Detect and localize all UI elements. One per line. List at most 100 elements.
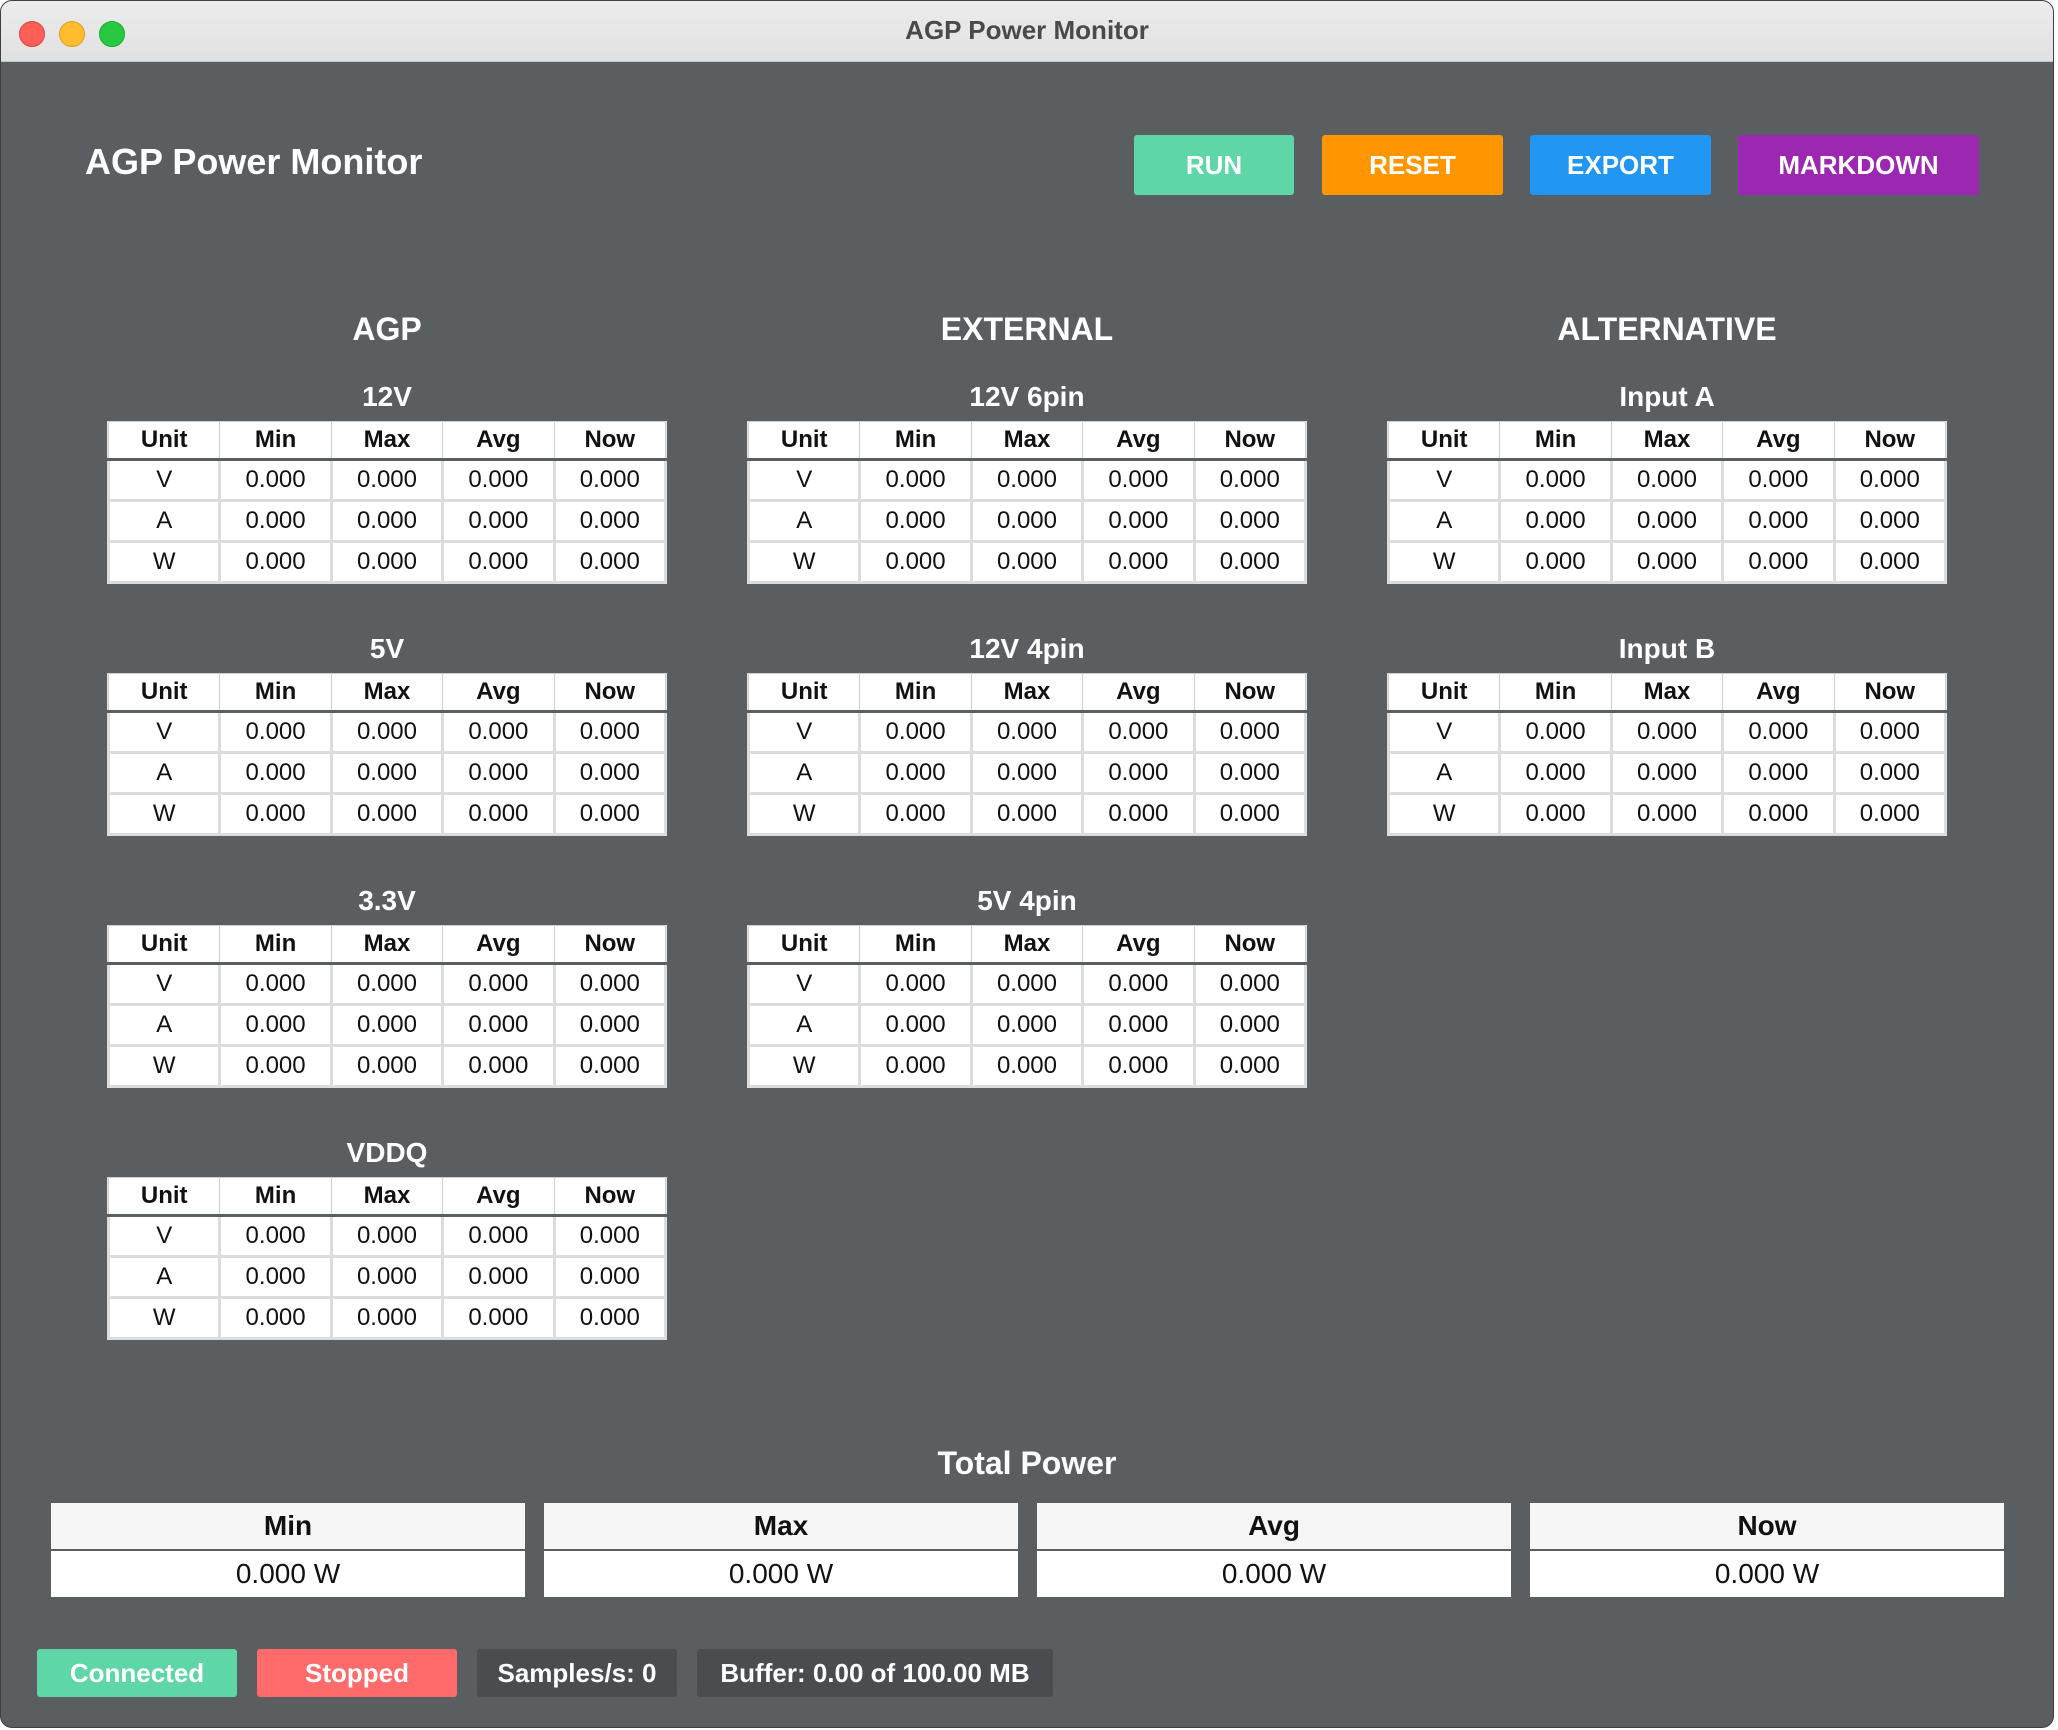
unit-cell: A bbox=[1386, 751, 1502, 795]
table-header-row: Unit Min Max Avg Now bbox=[107, 673, 667, 713]
value-cell: 0.000 bbox=[441, 710, 556, 754]
total-max-value: 0.000 W bbox=[728, 1558, 834, 1589]
value-cell: 0.000 bbox=[329, 792, 445, 836]
value-cell: 0.000 bbox=[329, 1255, 445, 1299]
app-window: AGP Power Monitor AGP Power Monitor RUN … bbox=[0, 0, 2054, 1728]
column-title: EXTERNAL bbox=[940, 311, 1114, 347]
value-cell: 0.000 bbox=[1609, 751, 1725, 795]
reset-button[interactable]: RESET bbox=[1322, 135, 1503, 195]
value-cell: 0.000 bbox=[969, 1044, 1085, 1088]
rail-section: Input A Unit Min Max Avg Now V 0.000 0.000 0.000 0… bbox=[1386, 377, 1948, 584]
value-cell: 0.000 bbox=[1192, 1044, 1308, 1088]
page-title: AGP Power Monitor bbox=[85, 141, 423, 182]
value-cell: 0.000 bbox=[1192, 458, 1308, 502]
table-row: A 0.000 0.000 0.000 0.000 bbox=[1386, 499, 1948, 543]
unit-cell: A bbox=[746, 1003, 862, 1047]
unit-cell: V bbox=[746, 458, 862, 502]
value-cell: 0.000 bbox=[858, 792, 973, 836]
value-cell: 0.000 bbox=[1609, 499, 1725, 543]
value-cell: 0.000 bbox=[218, 1255, 333, 1299]
table-row: V 0.000 0.000 0.000 0.000 bbox=[1386, 458, 1948, 502]
table-header-row: Unit Min Max Avg Now bbox=[1387, 421, 1947, 461]
value-cell: 0.000 bbox=[1721, 499, 1836, 543]
rail-title: Input B bbox=[1618, 633, 1716, 664]
rail-section: 12V 6pin Unit Min Max Avg Now V 0.000 0.000 0.000… bbox=[746, 377, 1308, 584]
value-cell: 0.000 bbox=[1081, 751, 1196, 795]
column-header: Min bbox=[1499, 421, 1612, 461]
readings-table: Unit Min Max Avg Now V 0.000 0.000 0.000 0.000 A 0.… bbox=[746, 421, 1308, 584]
total-power-title: Total Power bbox=[937, 1445, 1117, 1481]
value-cell: 0.000 bbox=[441, 499, 556, 543]
unit-cell: W bbox=[106, 1044, 222, 1088]
column-header: Now bbox=[1833, 421, 1947, 461]
value-cell: 0.000 bbox=[1609, 458, 1725, 502]
value-cell: 0.000 bbox=[858, 751, 973, 795]
unit-cell: V bbox=[1386, 710, 1502, 754]
value-cell: 0.000 bbox=[1609, 540, 1725, 584]
column-header: Avg bbox=[442, 673, 555, 713]
table-row: W 0.000 0.000 0.000 0.000 bbox=[106, 1044, 668, 1088]
run-status-badge: Stopped bbox=[257, 1649, 457, 1697]
column-header: Max bbox=[1610, 421, 1724, 461]
value-cell: 0.000 bbox=[1721, 751, 1836, 795]
rail-section: 5V Unit Min Max Avg Now V 0.000 0.000 0.000 0.000 A… bbox=[106, 629, 668, 836]
rail-title: 12V bbox=[362, 381, 412, 412]
value-cell: 0.000 bbox=[858, 1044, 973, 1088]
table-row: V 0.000 0.000 0.000 0.000 bbox=[106, 962, 668, 1006]
table-row: W 0.000 0.000 0.000 0.000 bbox=[106, 540, 668, 584]
rail-section: VDDQ Unit Min Max Avg Now V 0.000 0.000 0.000 0.00… bbox=[106, 1133, 668, 1340]
table-header-row: Unit Min Max Avg Now bbox=[107, 421, 667, 461]
value-cell: 0.000 bbox=[1832, 499, 1948, 543]
value-cell: 0.000 bbox=[969, 499, 1085, 543]
unit-cell: A bbox=[746, 499, 862, 543]
total-now-value: 0.000 W bbox=[1714, 1558, 1820, 1589]
value-cell: 0.000 bbox=[1721, 458, 1836, 502]
value-cell: 0.000 bbox=[1081, 458, 1196, 502]
column-header: Avg bbox=[1722, 673, 1835, 713]
value-cell: 0.000 bbox=[218, 540, 333, 584]
value-cell: 0.000 bbox=[1081, 1003, 1196, 1047]
table-row: V 0.000 0.000 0.000 0.000 bbox=[106, 710, 668, 754]
value-cell: 0.000 bbox=[858, 710, 973, 754]
table-row: V 0.000 0.000 0.000 0.000 bbox=[106, 1214, 668, 1258]
export-button[interactable]: EXPORT bbox=[1530, 135, 1711, 195]
value-cell: 0.000 bbox=[1832, 792, 1948, 836]
table-header-row: Unit Min Max Avg Now bbox=[747, 421, 1307, 461]
column-header: Min bbox=[219, 1177, 332, 1217]
value-cell: 0.000 bbox=[329, 499, 445, 543]
column-header: Unit bbox=[747, 421, 861, 461]
value-cell: 0.000 bbox=[1498, 792, 1613, 836]
column-header: Min bbox=[859, 673, 972, 713]
table-row: A 0.000 0.000 0.000 0.000 bbox=[106, 1255, 668, 1299]
table-row: W 0.000 0.000 0.000 0.000 bbox=[106, 792, 668, 836]
value-cell: 0.000 bbox=[1832, 458, 1948, 502]
column-header: Max bbox=[970, 673, 1084, 713]
value-cell: 0.000 bbox=[1192, 792, 1308, 836]
value-cell: 0.000 bbox=[218, 710, 333, 754]
markdown-button[interactable]: MARKDOWN bbox=[1738, 135, 1979, 195]
table-header-row: Unit Min Max Avg Now bbox=[747, 673, 1307, 713]
value-cell: 0.000 bbox=[218, 1296, 333, 1340]
value-cell: 0.000 bbox=[1498, 751, 1613, 795]
unit-cell: W bbox=[106, 540, 222, 584]
run-button[interactable]: RUN bbox=[1134, 135, 1294, 195]
unit-cell: V bbox=[106, 1214, 222, 1258]
table-header-row: Unit Min Max Avg Now bbox=[1387, 673, 1947, 713]
rail-title: 5V bbox=[369, 633, 405, 664]
value-cell: 0.000 bbox=[218, 751, 333, 795]
value-cell: 0.000 bbox=[329, 751, 445, 795]
unit-cell: A bbox=[106, 1003, 222, 1047]
total-avg-value: 0.000 W bbox=[1221, 1558, 1327, 1589]
value-cell: 0.000 bbox=[1192, 710, 1308, 754]
rail-section: 12V 4pin Unit Min Max Avg Now V 0.000 0.000 0.000… bbox=[746, 629, 1308, 836]
column-header: Unit bbox=[747, 673, 861, 713]
rail-section: Input B Unit Min Max Avg Now V 0.000 0.000 0.000 0… bbox=[1386, 629, 1948, 836]
samples-rate-badge: Samples/s: 0 bbox=[477, 1649, 677, 1697]
value-cell: 0.000 bbox=[1832, 751, 1948, 795]
column-header: Min bbox=[219, 673, 332, 713]
table-header-row: Unit Min Max Avg Now bbox=[747, 925, 1307, 965]
column-header: Max bbox=[1610, 673, 1724, 713]
value-cell: 0.000 bbox=[552, 540, 668, 584]
window-title: AGP Power Monitor bbox=[905, 15, 1149, 45]
value-cell: 0.000 bbox=[218, 499, 333, 543]
